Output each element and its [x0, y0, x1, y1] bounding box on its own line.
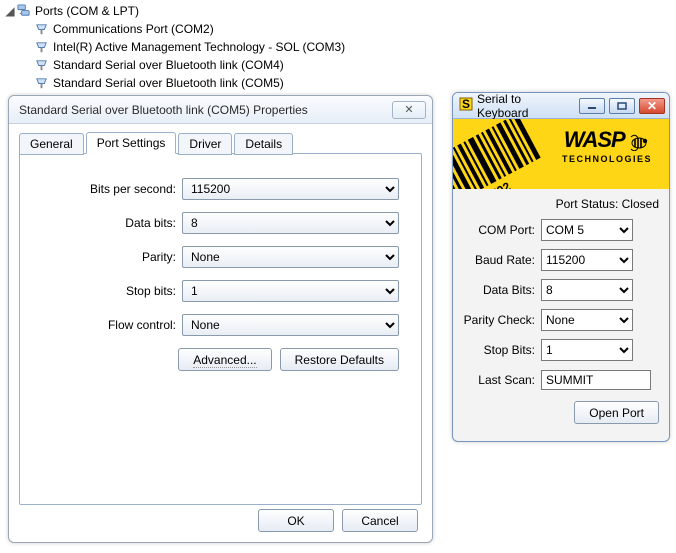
com-port-label: COM Port: [463, 223, 541, 237]
tab-details[interactable]: Details [234, 133, 293, 155]
stk-title: Serial to Keyboard [477, 92, 575, 120]
baud-rate-select[interactable]: 115200 [541, 249, 633, 271]
last-scan-label: Last Scan: [463, 373, 541, 387]
tree-collapse-icon[interactable]: ◢ [4, 4, 16, 18]
brand-name: WASP [564, 127, 625, 152]
port-icon [34, 76, 49, 91]
maximize-icon[interactable] [609, 98, 635, 114]
stk-titlebar[interactable]: S Serial to Keyboard ✕ [453, 93, 669, 119]
last-scan-input[interactable] [541, 370, 651, 390]
tree-item[interactable]: Standard Serial over Bluetooth link (COM… [53, 58, 284, 72]
port-icon [34, 58, 49, 73]
com-port-select[interactable]: COM 5 [541, 219, 633, 241]
port-icon [34, 22, 49, 37]
app-icon: S [459, 97, 473, 114]
minimize-icon[interactable] [579, 98, 605, 114]
data-bits-label: Data Bits: [463, 283, 541, 297]
restore-defaults-button[interactable]: Restore Defaults [280, 348, 399, 371]
dialog-titlebar[interactable]: Standard Serial over Bluetooth link (COM… [9, 96, 432, 124]
device-tree: ◢ Ports (COM & LPT) Communications Port … [4, 2, 345, 92]
flowcontrol-select[interactable]: None [182, 314, 399, 336]
svg-text:S: S [462, 97, 470, 111]
flow-label: Flow control: [42, 318, 182, 332]
tab-bar: General Port Settings Driver Details [19, 132, 422, 154]
databits-select[interactable]: 8 [182, 212, 399, 234]
close-icon[interactable]: ✕ [392, 101, 426, 119]
cancel-button[interactable]: Cancel [342, 509, 418, 532]
ports-category-icon [16, 4, 31, 19]
brand-banner: 83808 1792 WASP TECHNOLOGIES [453, 119, 669, 189]
ok-button[interactable]: OK [258, 509, 334, 532]
brand-sub: TECHNOLOGIES [549, 154, 665, 164]
tab-general[interactable]: General [19, 133, 84, 155]
data-bits-select[interactable]: 8 [541, 279, 633, 301]
tree-item[interactable]: Communications Port (COM2) [53, 22, 214, 36]
port-status-label: Port Status: [556, 197, 619, 211]
baud-rate-label: Baud Rate: [463, 253, 541, 267]
parity-check-select[interactable]: None [541, 309, 633, 331]
advanced-button[interactable]: Advanced... [178, 348, 271, 371]
tab-port-settings[interactable]: Port Settings [86, 132, 177, 154]
databits-label: Data bits: [42, 216, 182, 230]
stopbits-select[interactable]: 1 [182, 280, 399, 302]
open-port-button[interactable]: Open Port [574, 401, 659, 424]
tab-driver[interactable]: Driver [178, 133, 232, 155]
tree-item[interactable]: Intel(R) Active Management Technology - … [53, 40, 345, 54]
dialog-title: Standard Serial over Bluetooth link (COM… [19, 103, 392, 117]
serial-to-keyboard-window: S Serial to Keyboard ✕ 83808 1792 [452, 92, 670, 442]
parity-check-label: Parity Check: [463, 313, 541, 327]
stopbits-label: Stop bits: [42, 284, 182, 298]
tree-root-label[interactable]: Ports (COM & LPT) [35, 4, 139, 18]
parity-label: Parity: [42, 250, 182, 264]
port-settings-panel: Bits per second: 115200 Data bits: 8 Par… [19, 153, 422, 505]
parity-select[interactable]: None [182, 246, 399, 268]
stop-bits-label: Stop Bits: [463, 343, 541, 357]
bps-label: Bits per second: [42, 182, 182, 196]
bps-select[interactable]: 115200 [182, 178, 399, 200]
stop-bits-select[interactable]: 1 [541, 339, 633, 361]
tree-item[interactable]: Standard Serial over Bluetooth link (COM… [53, 76, 284, 90]
port-icon [34, 40, 49, 55]
port-properties-dialog: Standard Serial over Bluetooth link (COM… [8, 95, 433, 543]
wasp-icon [628, 133, 650, 154]
close-icon[interactable]: ✕ [639, 98, 665, 114]
port-status-value: Closed [622, 197, 659, 211]
